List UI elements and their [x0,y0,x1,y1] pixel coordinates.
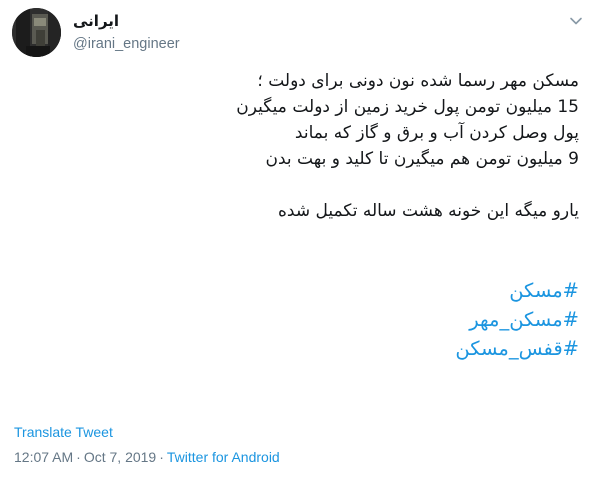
tweet-card: ایرانی @irani_engineer مسکن مهر رسما شده… [0,0,595,478]
avatar[interactable] [12,8,61,57]
tweet-line: 9 میلیون تومن هم میگیرن تا کلید و بهت بد… [265,149,579,169]
tweet-line: مسکن مهر رسما شده نون دونی برای دولت ؛ [257,71,579,91]
translate-tweet-link[interactable]: Translate Tweet [14,424,113,440]
hashtag-link[interactable]: #مسکن_مهر [19,305,579,334]
user-handle[interactable]: @irani_engineer [73,36,180,52]
source-link[interactable]: Twitter for Android [167,449,280,465]
tweet-time[interactable]: 12:07 AM [14,449,73,465]
display-name[interactable]: ایرانی [73,12,119,30]
separator-dot: · [159,449,164,465]
hashtag-list: #مسکن #مسکن_مهر #قفس_مسکن [19,276,579,363]
tweet-date[interactable]: Oct 7, 2019 [84,449,156,465]
chevron-down-icon[interactable] [569,13,583,27]
tweet-line: پول وصل کردن آب و برق و گاز که بماند [294,123,579,143]
tweet-line: 15 میلیون تومن پول خرید زمین از دولت میگ… [236,97,579,117]
tweet-text: مسکن مهر رسما شده نون دونی برای دولت ؛ 1… [19,68,579,363]
hashtag-link[interactable]: #مسکن [19,276,579,305]
tweet-line: یارو میگه این خونه هشت ساله تکمیل شده [278,201,579,221]
separator-dot: · [76,449,81,465]
profile-photo [12,8,61,57]
tweet-metadata: 12:07 AM · Oct 7, 2019 · Twitter for Android [14,449,280,465]
hashtag-link[interactable]: #قفس_مسکن [19,334,579,363]
